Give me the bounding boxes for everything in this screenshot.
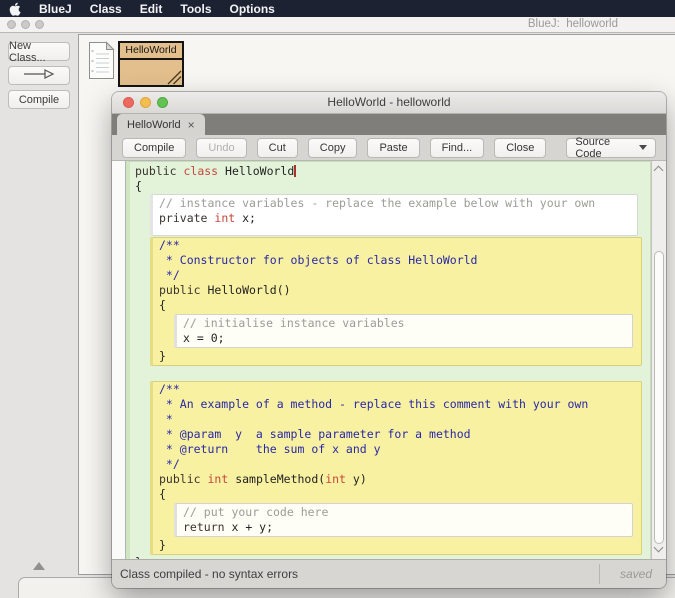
view-mode-select[interactable]: Source Code [566,138,656,158]
code-line[interactable]: public HelloWorld() [157,283,641,298]
class-corner-hatch-icon [165,68,182,85]
view-mode-label: Source Code [575,136,639,160]
menu-item-bluej[interactable]: BlueJ [39,2,72,16]
cut-button[interactable]: Cut [257,138,298,158]
code-line[interactable]: { [133,179,650,194]
tab-close-icon[interactable]: × [188,119,195,131]
close-window-button[interactable] [7,20,16,29]
scope-box: // put your code herereturn x + y; [174,503,633,537]
scope-box: // instance variables - replace the exam… [150,194,638,236]
scope-box: // initialise instance variablesx = 0; [174,314,633,348]
code-editor[interactable]: public class HelloWorld{// instance vari… [126,161,651,559]
editor-window-controls [123,97,168,108]
scope-box: /** * An example of a method - replace t… [150,381,642,555]
paste-button[interactable]: Paste [367,138,419,158]
undo-button[interactable]: Undo [196,138,246,158]
code-line[interactable]: { [157,487,641,502]
code-line[interactable]: x = 0; [181,331,632,346]
editor-window: HelloWorld - helloworld HelloWorld × Com… [112,92,666,588]
code-line[interactable]: private int x; [157,211,637,226]
menu-item-tools[interactable]: Tools [180,2,211,16]
apple-menu-icon[interactable] [9,2,21,16]
editor-tab-strip: HelloWorld × [112,114,666,135]
editor-titlebar: HelloWorld - helloworld [112,92,666,114]
editor-toolbar: Compile Undo Cut Copy Paste Find... Clos… [112,135,666,161]
readme-note-icon[interactable] [88,41,115,85]
new-class-button[interactable]: New Class... [8,42,70,61]
code-line[interactable]: * An example of a method - replace this … [157,397,641,412]
zoom-window-button[interactable] [35,20,44,29]
status-message: Class compiled - no syntax errors [120,567,298,581]
menu-item-edit[interactable]: Edit [140,2,163,16]
code-line[interactable]: // put your code here [181,505,632,520]
code-line[interactable]: /** [157,382,641,397]
code-line[interactable]: } [157,538,641,553]
main-window-title: BlueJ: helloworld [528,18,618,30]
class-box-name: HelloWorld [120,43,182,60]
class-box-helloworld[interactable]: HelloWorld [118,41,184,87]
saved-indicator: saved [620,567,652,581]
tab-label: HelloWorld [127,119,181,131]
code-line[interactable]: return x + y; [181,520,632,535]
code-line[interactable]: * @return the sum of x and y [157,442,641,457]
minimize-window-button[interactable] [140,97,151,108]
find-button[interactable]: Find... [430,138,485,158]
text-cursor [294,165,296,177]
code-line[interactable]: } [157,349,641,364]
code-line[interactable] [133,366,650,381]
code-line[interactable]: public class HelloWorld [133,164,650,179]
status-divider [599,564,600,584]
arrow-right-icon [22,68,56,83]
code-line[interactable]: * Constructor for objects of class Hello… [157,253,641,268]
relation-arrow-button[interactable] [8,66,70,85]
class-scope: public class HelloWorld{// instance vari… [126,161,651,559]
minimize-window-button[interactable] [21,20,30,29]
code-line[interactable]: */ [157,457,641,472]
macos-menu-bar: BlueJ Class Edit Tools Options [0,0,675,17]
menu-item-options[interactable]: Options [230,2,275,16]
code-line[interactable]: // instance variables - replace the exam… [157,196,637,211]
scroll-up-icon[interactable] [654,166,664,176]
main-window-titlebar: BlueJ: helloworld [0,17,675,33]
compile-button-sidebar[interactable]: Compile [8,90,70,109]
code-line[interactable]: // initialise instance variables [181,316,632,331]
scrollbar-thumb[interactable] [654,251,664,544]
copy-button[interactable]: Copy [308,138,358,158]
code-line[interactable]: { [157,298,641,313]
code-line[interactable]: */ [157,268,641,283]
code-line[interactable]: /** [157,238,641,253]
code-line[interactable]: * @param y a sample parameter for a meth… [157,427,641,442]
editor-window-title: HelloWorld - helloworld [112,92,666,112]
code-line[interactable]: public int sampleMethod(int y) [157,472,641,487]
scroll-down-icon[interactable] [654,543,664,553]
code-line[interactable]: * [157,412,641,427]
breakpoint-gutter[interactable] [112,161,126,559]
menu-item-class[interactable]: Class [90,2,122,16]
vertical-scrollbar[interactable] [651,161,666,559]
expand-triangle-icon[interactable] [33,562,45,570]
main-window-controls [7,20,44,29]
close-button[interactable]: Close [494,138,546,158]
tab-helloworld[interactable]: HelloWorld × [117,114,205,135]
code-area: public class HelloWorld{// instance vari… [112,161,666,559]
close-window-button[interactable] [123,97,134,108]
zoom-window-button[interactable] [157,97,168,108]
editor-status-bar: Class compiled - no syntax errors saved [112,559,666,588]
compile-button[interactable]: Compile [122,138,186,158]
scope-box: /** * Constructor for objects of class H… [150,237,642,366]
chevron-down-icon [639,145,647,150]
